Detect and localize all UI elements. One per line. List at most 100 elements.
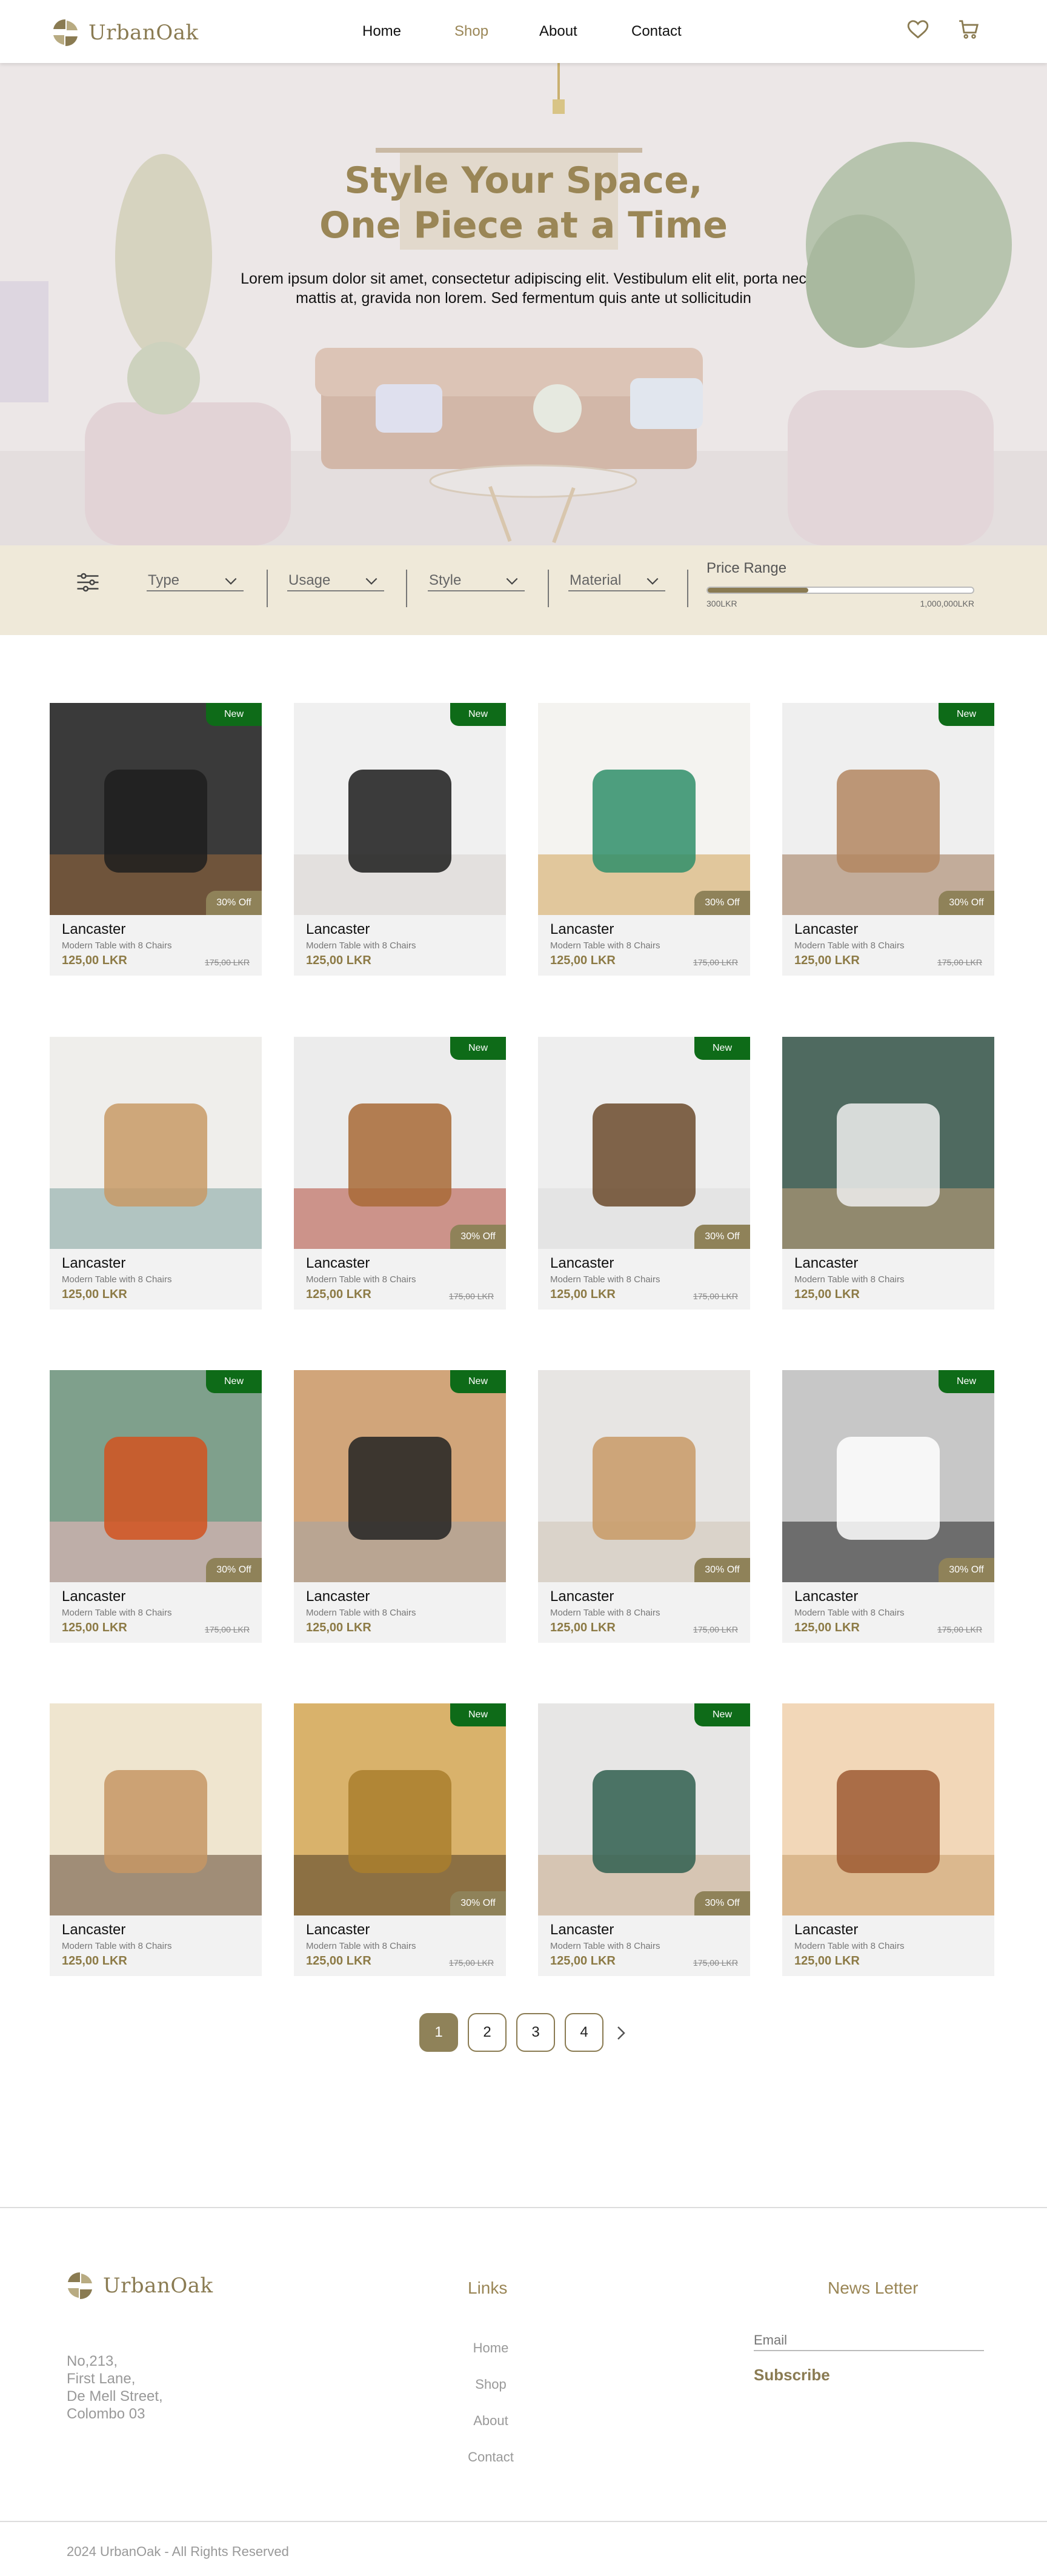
nav-about[interactable]: About	[539, 23, 577, 40]
product-card[interactable]: New 30% Off Lancaster Modern Table with 8 C…	[538, 1703, 750, 1976]
product-card[interactable]: 30% Off Lancaster Modern Table with 8 Chai…	[538, 1370, 750, 1643]
product-name[interactable]: Lancaster	[62, 921, 125, 938]
product-name[interactable]: Lancaster	[306, 1588, 370, 1605]
product-description: Modern Table with 8 Chairs	[306, 940, 416, 951]
product-description: Modern Table with 8 Chairs	[794, 940, 905, 951]
product-photo	[538, 703, 750, 915]
page-button-2[interactable]: 2	[468, 2013, 507, 2052]
product-name[interactable]: Lancaster	[550, 1255, 614, 1272]
product-name[interactable]: Lancaster	[62, 1255, 125, 1272]
discount-badge: 30% Off	[206, 891, 262, 915]
material-select[interactable]: Material	[568, 570, 665, 591]
logo-mark-icon	[52, 19, 79, 46]
product-old-price: 175,00 LKR	[205, 957, 250, 967]
product-card[interactable]: New 30% Off Lancaster Modern Table with 8 C…	[294, 1037, 506, 1310]
page-button-3[interactable]: 3	[516, 2013, 555, 2052]
product-card[interactable]: Lancaster Modern Table with 8 Chairs 125,0…	[782, 1037, 994, 1310]
product-photo	[294, 1370, 506, 1582]
product-name[interactable]: Lancaster	[306, 1255, 370, 1272]
product-image[interactable]	[50, 1703, 262, 1915]
product-name[interactable]: Lancaster	[550, 1588, 614, 1605]
product-name[interactable]: Lancaster	[306, 1922, 370, 1939]
nav-contact[interactable]: Contact	[631, 23, 682, 40]
product-image[interactable]	[782, 1037, 994, 1249]
product-image[interactable]	[294, 1703, 506, 1915]
product-name[interactable]: Lancaster	[794, 1255, 858, 1272]
product-image[interactable]	[294, 1370, 506, 1582]
footer-address: No,213, First Lane, De Mell Street, Colo…	[67, 2352, 163, 2423]
footer-link-contact[interactable]: Contact	[460, 2449, 521, 2465]
product-card[interactable]: New 30% Off Lancaster Modern Table with 8 C…	[538, 1037, 750, 1310]
logo-mark-icon	[68, 2272, 92, 2299]
page-button-4[interactable]: 4	[565, 2013, 603, 2052]
product-card[interactable]: New Lancaster Modern Table with 8 Chairs 12…	[294, 1370, 506, 1643]
address-line: Colombo 03	[67, 2406, 145, 2422]
product-image[interactable]	[50, 703, 262, 915]
product-price: 125,00 LKR	[62, 1288, 127, 1301]
style-select[interactable]: Style	[428, 570, 525, 591]
product-card[interactable]: New 30% Off Lancaster Modern Table with 8 C…	[782, 1370, 994, 1643]
product-description: Modern Table with 8 Chairs	[794, 1274, 905, 1285]
page-button-1[interactable]: 1	[419, 2013, 458, 2052]
product-name[interactable]: Lancaster	[794, 1922, 858, 1939]
footer-link-shop[interactable]: Shop	[460, 2377, 521, 2392]
footer-logo[interactable]: UrbanOak	[64, 2270, 213, 2301]
discount-badge: 30% Off	[939, 891, 994, 915]
product-name[interactable]: Lancaster	[794, 921, 858, 938]
product-image[interactable]	[538, 1037, 750, 1249]
filter-divider	[687, 570, 688, 607]
brand-name: UrbanOak	[88, 21, 199, 45]
product-card[interactable]: Lancaster Modern Table with 8 Chairs 125,0…	[50, 1703, 262, 1976]
discount-badge: 30% Off	[450, 1891, 506, 1915]
heart-icon[interactable]	[906, 18, 929, 41]
product-price: 125,00 LKR	[550, 1954, 616, 1968]
footer-link-about[interactable]: About	[460, 2413, 521, 2429]
product-image[interactable]	[294, 703, 506, 915]
product-name[interactable]: Lancaster	[62, 1922, 125, 1939]
usage-select[interactable]: Usage	[287, 570, 384, 591]
product-image[interactable]	[50, 1037, 262, 1249]
product-card[interactable]: New 30% Off Lancaster Modern Table with 8 C…	[50, 703, 262, 976]
price-range-slider[interactable]	[706, 587, 974, 594]
nav-shop[interactable]: Shop	[454, 23, 488, 40]
brand-logo[interactable]: UrbanOak	[50, 17, 199, 48]
product-name[interactable]: Lancaster	[794, 1588, 858, 1605]
cart-icon[interactable]	[957, 18, 980, 41]
product-old-price: 175,00 LKR	[205, 1625, 250, 1634]
product-image[interactable]	[50, 1370, 262, 1582]
product-image[interactable]	[294, 1037, 506, 1249]
product-name[interactable]: Lancaster	[306, 921, 370, 938]
type-select[interactable]: Type	[147, 570, 244, 591]
product-old-price: 175,00 LKR	[449, 1291, 494, 1301]
product-image[interactable]	[538, 1370, 750, 1582]
product-card[interactable]: New 30% Off Lancaster Modern Table with 8 C…	[782, 703, 994, 976]
footer-link-home[interactable]: Home	[460, 2340, 521, 2356]
new-badge: New	[450, 1703, 506, 1726]
product-image[interactable]	[782, 1703, 994, 1915]
product-card[interactable]: Lancaster Modern Table with 8 Chairs 125,0…	[50, 1037, 262, 1310]
product-card[interactable]: 30% Off Lancaster Modern Table with 8 Chai…	[538, 703, 750, 976]
sliders-icon[interactable]	[75, 570, 101, 595]
newsletter-email-input[interactable]	[754, 2331, 984, 2351]
product-image[interactable]	[782, 703, 994, 915]
product-card[interactable]: New Lancaster Modern Table with 8 Chairs 12…	[294, 703, 506, 976]
product-card[interactable]: New 30% Off Lancaster Modern Table with 8 C…	[294, 1703, 506, 1976]
product-image[interactable]	[782, 1370, 994, 1582]
style-select-label: Style	[429, 572, 462, 588]
subscribe-button[interactable]: Subscribe	[754, 2366, 830, 2385]
product-price: 125,00 LKR	[62, 954, 127, 967]
product-name[interactable]: Lancaster	[62, 1588, 125, 1605]
product-old-price: 175,00 LKR	[693, 957, 738, 967]
hero-title-line2: One Piece at a Time	[319, 204, 728, 247]
product-name[interactable]: Lancaster	[550, 921, 614, 938]
type-select-label: Type	[148, 572, 180, 588]
product-photo	[538, 1037, 750, 1249]
product-image[interactable]	[538, 703, 750, 915]
product-name[interactable]: Lancaster	[550, 1922, 614, 1939]
product-card[interactable]: New 30% Off Lancaster Modern Table with 8 C…	[50, 1370, 262, 1643]
product-card[interactable]: Lancaster Modern Table with 8 Chairs 125,0…	[782, 1703, 994, 1976]
chevron-right-icon[interactable]	[612, 2024, 630, 2042]
product-image[interactable]	[538, 1703, 750, 1915]
nav-home[interactable]: Home	[362, 23, 401, 40]
product-old-price: 175,00 LKR	[937, 1625, 982, 1634]
